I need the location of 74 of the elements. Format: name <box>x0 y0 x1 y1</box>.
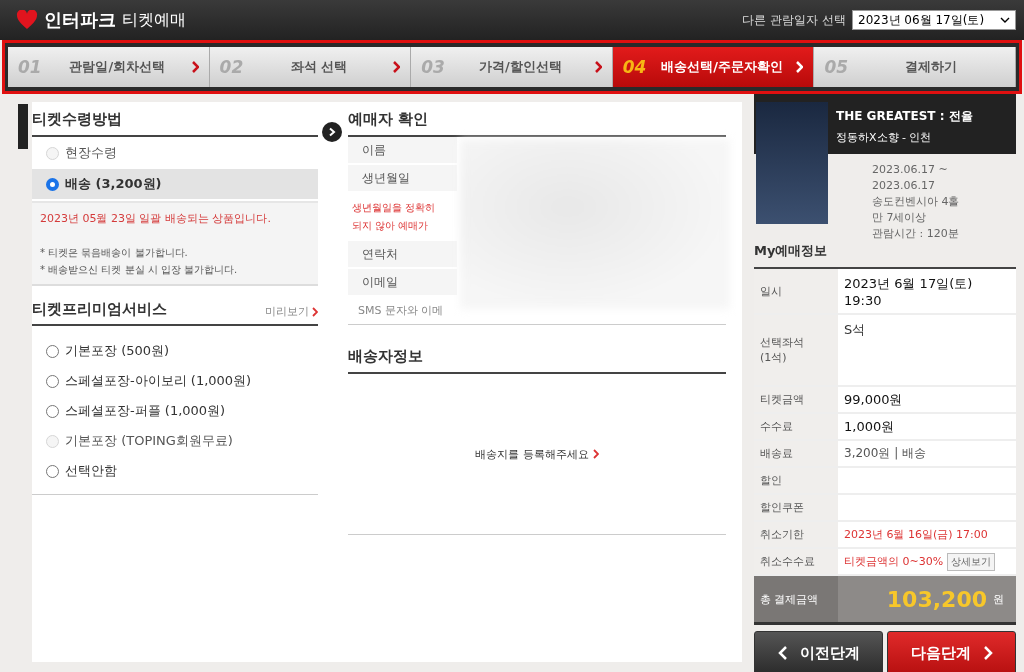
packaging-option[interactable]: 선택안함 <box>32 456 318 486</box>
show-detail: 2023.06.17 <box>872 178 936 194</box>
step-tab[interactable]: 05 결제하기 <box>814 47 1016 87</box>
row-label: 선택좌석 (1석) <box>760 335 805 365</box>
receipt-option[interactable]: 배송 (3,200원) <box>32 169 318 199</box>
field-label: 이름 <box>362 141 386 159</box>
row-label: 할인쿠폰 <box>760 500 804 515</box>
section-title: 티켓수령방법 <box>32 102 318 137</box>
brand-name: 인터파크 <box>44 8 116 32</box>
show-detail: 만 7세이상 <box>872 210 928 226</box>
warning-text: 생년월일을 정확히 <box>352 201 437 215</box>
preview-link[interactable]: 미리보기 <box>265 304 318 319</box>
chevron-right-icon <box>190 61 199 73</box>
row-label: 수수료 <box>760 419 793 434</box>
currency-unit: 원 <box>993 591 1004 607</box>
warning-text: 되지 않아 예매가 <box>352 219 430 233</box>
row-label: 할인 <box>760 473 782 488</box>
row-label: 티켓금액 <box>760 392 804 407</box>
next-step-button[interactable]: 다음단계 <box>887 631 1016 672</box>
radio-button[interactable] <box>46 344 59 358</box>
date-label: 다른 관람일자 선택 <box>742 11 846 29</box>
radio-button[interactable] <box>46 464 59 478</box>
chevron-left-icon <box>777 645 788 661</box>
section-title: 티켓프리미엄서비스 <box>32 300 167 319</box>
row-value: 99,000원 <box>844 390 903 409</box>
row-value: 2023년 6월 16일(금) 17:00 <box>844 527 988 542</box>
notice-text: 2023년 05월 23일 일괄 배송되는 상품입니다. <box>40 211 272 226</box>
row-value: 티켓금액의 0~30% <box>844 554 944 569</box>
field-label: 생년월일 <box>362 169 410 187</box>
show-subtitle: 정동하X소향 - 인천 <box>836 130 933 145</box>
chevron-right-icon <box>593 61 602 73</box>
packaging-option[interactable]: 스페셜포장-퍼플 (1,000원) <box>32 396 318 426</box>
row-value: S석 <box>844 321 866 339</box>
note-text: SMS 문자와 이메 <box>358 304 444 317</box>
register-address-link[interactable]: 배송지를 등록해주세요 <box>475 446 599 462</box>
total-amount: 103,200 <box>886 586 987 612</box>
show-detail: 관람시간 : 120분 <box>872 226 960 242</box>
row-label: 취소수수료 <box>760 554 815 569</box>
radio-button[interactable] <box>46 374 59 388</box>
step-tab[interactable]: 02 좌석 선택 <box>209 47 412 87</box>
details-button[interactable]: 상세보기 <box>947 552 996 571</box>
row-label: 배송료 <box>760 446 793 461</box>
radio-button[interactable] <box>46 404 59 418</box>
section-title: 배송자정보 <box>348 339 726 374</box>
chevron-right-icon <box>312 306 318 317</box>
row-value: 1,000원 <box>844 417 895 436</box>
note-text: * 배송받으신 티켓 분실 시 입장 불가합니다. <box>40 263 239 277</box>
chevron-right-icon <box>982 645 993 661</box>
side-marker <box>18 104 28 149</box>
heart-logo-icon <box>16 10 38 30</box>
step-tab[interactable]: 04 배송선택/주문자확인 <box>612 47 815 87</box>
total-label: 총 결제금액 <box>760 591 819 607</box>
row-value: 3,200원 | 배송 <box>844 445 927 462</box>
page-title: 티켓예매 <box>122 9 186 31</box>
step-tab[interactable]: 03 가격/할인선택 <box>411 47 613 87</box>
packaging-option[interactable]: 스페셜포장-아이보리 (1,000원) <box>32 366 318 396</box>
date-select[interactable]: 2023년 06월 17일(토) <box>852 10 1016 30</box>
previous-step-button[interactable]: 이전단계 <box>754 631 883 672</box>
show-detail: 송도컨벤시아 4홀 <box>872 194 961 210</box>
note-text: * 티켓은 묶음배송이 불가합니다. <box>40 246 189 260</box>
chevron-down-icon <box>1000 17 1010 23</box>
field-label: 이메일 <box>362 273 398 291</box>
chevron-right-icon <box>592 449 599 459</box>
step-tab[interactable]: 01 관람일/회차선택 <box>8 47 210 87</box>
chevron-right-icon <box>795 61 804 73</box>
radio-button[interactable] <box>46 177 59 191</box>
show-title: THE GREATEST : 전율 <box>836 108 973 125</box>
row-label: 취소기한 <box>760 527 804 542</box>
packaging-option[interactable]: 기본포장 (500원) <box>32 336 318 366</box>
row-label: 일시 <box>760 283 782 299</box>
show-detail: 2023.06.17 ~ <box>872 162 949 178</box>
field-label: 연락처 <box>362 245 398 263</box>
row-value: 2023년 6월 17일(토) 19:30 <box>844 274 974 308</box>
chevron-right-icon <box>392 61 401 73</box>
